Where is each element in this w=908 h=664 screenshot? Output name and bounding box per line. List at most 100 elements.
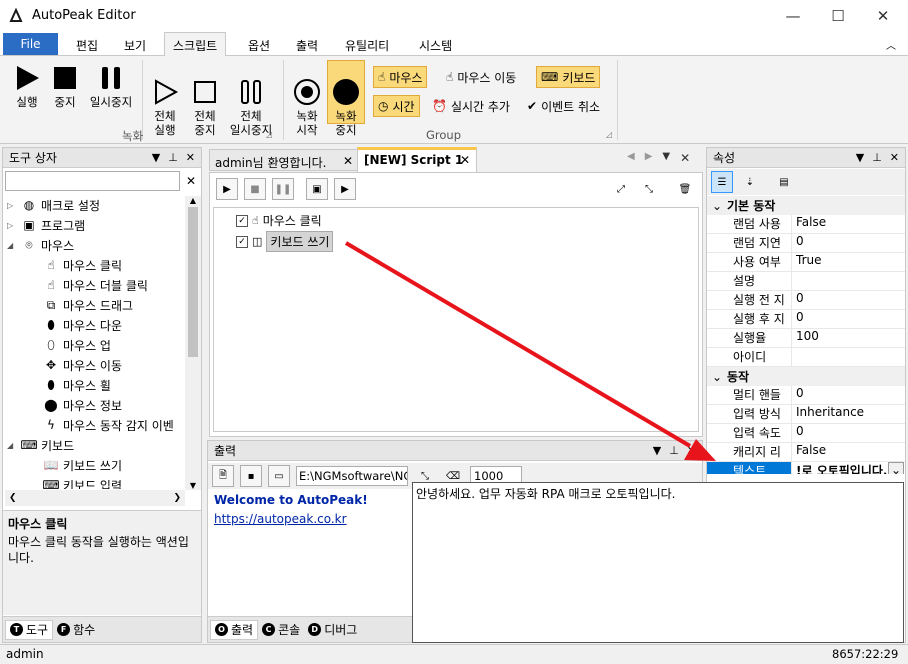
property-value[interactable]: False (791, 215, 905, 233)
run-all-button[interactable]: 전체 실행 (148, 64, 182, 151)
tree-item[interactable]: ◢ ⌾ 마우스 (7, 235, 183, 255)
run-button[interactable]: 실행 (10, 64, 44, 109)
property-row[interactable]: 캐리지 리 False (707, 443, 905, 462)
save-button[interactable]: ▪ (240, 465, 262, 487)
pin-icon[interactable]: ⊥ (669, 444, 679, 457)
editor-tab-welcome[interactable]: admin님 환영합니다. ✕ (209, 149, 359, 171)
categorized-button[interactable]: ☰ (711, 171, 733, 193)
tree-hscrollbar[interactable]: ❮ ❯ (5, 490, 185, 506)
tree-item[interactable]: ⬤ 마우스 정보 (7, 395, 183, 415)
close-icon[interactable]: ✕ (186, 151, 195, 164)
scroll-left-icon[interactable]: ◀ (627, 151, 635, 165)
expand-icon[interactable]: ⤢ (610, 178, 632, 200)
close-tab-icon[interactable]: ✕ (343, 154, 353, 168)
tree-item[interactable]: ⬯ 마우스 업 (7, 335, 183, 355)
property-row[interactable]: 입력 속도 0 (707, 424, 905, 443)
scroll-down-icon[interactable]: ▼ (185, 481, 201, 490)
property-value[interactable] (791, 348, 905, 366)
open-log-button[interactable]: 🗎 (212, 465, 234, 487)
tab-output[interactable]: 출력 (296, 37, 318, 54)
stop-all-button[interactable]: 전체 중지 (188, 64, 222, 151)
tree-item[interactable]: ☝ 마우스 더블 클릭 (7, 275, 183, 295)
property-row[interactable]: 랜덤 사용 False (707, 215, 905, 234)
editor-tab-script[interactable]: [NEW] Script 1 ✕ (357, 147, 477, 172)
tab-system[interactable]: 시스템 (419, 37, 452, 54)
checkbox[interactable]: ✓ (236, 214, 248, 227)
realtime-add-toggle[interactable]: ⏰ 실시간 추가 (428, 95, 514, 117)
scroll-thumb[interactable] (188, 207, 198, 357)
tree-item[interactable]: ◢ ⌨ 키보드 (7, 435, 183, 455)
collapse-icon[interactable]: ⌄ (707, 199, 727, 213)
scroll-left-icon[interactable]: ❮ (9, 493, 17, 503)
property-category[interactable]: ⌄ 기본 동작 (707, 196, 905, 215)
property-row[interactable]: 실행율 100 (707, 329, 905, 348)
property-value[interactable]: 0 (791, 291, 905, 309)
close-icon[interactable]: ✕ (890, 151, 899, 164)
property-row[interactable]: 멀티 핸들 0 (707, 386, 905, 405)
property-value[interactable]: False (791, 443, 905, 461)
tree-item[interactable]: ▷ ◍ 매크로 설정 (7, 195, 183, 215)
expand-toggle-icon[interactable]: ▷ (7, 201, 21, 210)
tab-utility[interactable]: 유틸리티 (345, 37, 389, 54)
time-record-toggle[interactable]: ◷ 시간 (373, 95, 420, 117)
property-row[interactable]: 입력 방식 Inheritance (707, 405, 905, 424)
dropdown-icon[interactable]: ▼ (152, 151, 160, 164)
stop-button[interactable]: ■ (244, 178, 266, 200)
clear-search-icon[interactable]: ✕ (181, 171, 201, 191)
folder-button[interactable]: ▭ (268, 465, 290, 487)
tab-edit[interactable]: 편집 (76, 37, 98, 54)
collapse-ribbon-icon[interactable]: ︿ (886, 37, 896, 52)
dialog-launcher-icon[interactable]: ◿ (266, 130, 272, 139)
collapse-icon[interactable]: ⤡ (638, 178, 660, 200)
tab-output[interactable]: O 출력 (210, 619, 259, 640)
property-value-editor[interactable]: !로 오토픽입니다. ⌄ (791, 462, 905, 474)
property-row[interactable]: 랜덤 지연 0 (707, 234, 905, 253)
tab-view[interactable]: 보기 (124, 37, 146, 54)
close-icon[interactable]: ✕ (687, 444, 696, 457)
dialog-launcher-icon[interactable]: ◿ (606, 130, 612, 139)
property-row[interactable]: 아이디 (707, 348, 905, 367)
tree-item[interactable]: ⬮ 마우스 다운 (7, 315, 183, 335)
tree-scrollbar[interactable]: ▲ ▼ (185, 196, 201, 490)
property-row[interactable]: 실행 전 지0 (707, 291, 905, 310)
step-button[interactable]: ▣ (306, 178, 328, 200)
tree-item[interactable]: ⬮ 마우스 휠 (7, 375, 183, 395)
pause-button[interactable]: 일시중지 (86, 64, 136, 109)
dropdown-icon[interactable]: ▼ (653, 444, 661, 457)
path-input[interactable]: E:\NGMsoftware\NG (296, 466, 408, 486)
pin-icon[interactable]: ⊥ (168, 151, 178, 164)
property-value[interactable]: 100 (791, 329, 905, 347)
property-value[interactable]: 0 (791, 386, 905, 404)
tree-item[interactable]: ⌨ 키보드 입력 (7, 475, 183, 489)
property-value[interactable]: 0 (791, 310, 905, 328)
property-value[interactable] (791, 272, 905, 290)
dropdown-icon[interactable]: ▼ (856, 151, 864, 164)
close-button[interactable]: ✕ (860, 0, 906, 32)
property-row[interactable]: 실행 후 지0 (707, 310, 905, 329)
pin-icon[interactable]: ⊥ (872, 151, 882, 164)
scroll-right-icon[interactable]: ❯ (173, 493, 181, 503)
property-pages-button[interactable]: ▤ (773, 171, 795, 193)
record-stop-button[interactable]: 녹화 중지 (327, 60, 365, 137)
property-value[interactable]: True (791, 253, 905, 271)
tree-item[interactable]: ☝ 마우스 클릭 (7, 255, 183, 275)
close-icon[interactable]: ✕ (680, 151, 690, 165)
tab-list-icon[interactable]: ▼ (662, 151, 670, 165)
close-tab-icon[interactable]: ✕ (460, 153, 470, 167)
maximize-button[interactable]: ☐ (815, 0, 861, 32)
property-category[interactable]: ⌄ 동작 (707, 367, 905, 386)
pause-button[interactable]: ❚❚ (272, 178, 294, 200)
mouse-move-toggle[interactable]: ☝ 마우스 이동 (442, 66, 520, 88)
script-item[interactable]: ✓ ◫ 키보드 쓰기 (236, 231, 334, 252)
property-value[interactable]: Inheritance (791, 405, 905, 423)
expand-toggle-icon[interactable]: ◢ (7, 241, 21, 250)
tab-functions[interactable]: F 함수 (53, 620, 99, 640)
cancel-event-button[interactable]: ✔ 이벤트 취소 (523, 95, 604, 117)
tree-item[interactable]: ▷ ▣ 프로그램 (7, 215, 183, 235)
keyboard-record-toggle[interactable]: ⌨ 키보드 (536, 66, 601, 88)
toolbox-search-input[interactable] (5, 171, 180, 191)
alphabetical-button[interactable]: ⇣ (739, 171, 761, 193)
expand-toggle-icon[interactable]: ◢ (7, 441, 21, 450)
scroll-up-icon[interactable]: ▲ (185, 196, 201, 205)
run-button[interactable]: ▶ (216, 178, 238, 200)
